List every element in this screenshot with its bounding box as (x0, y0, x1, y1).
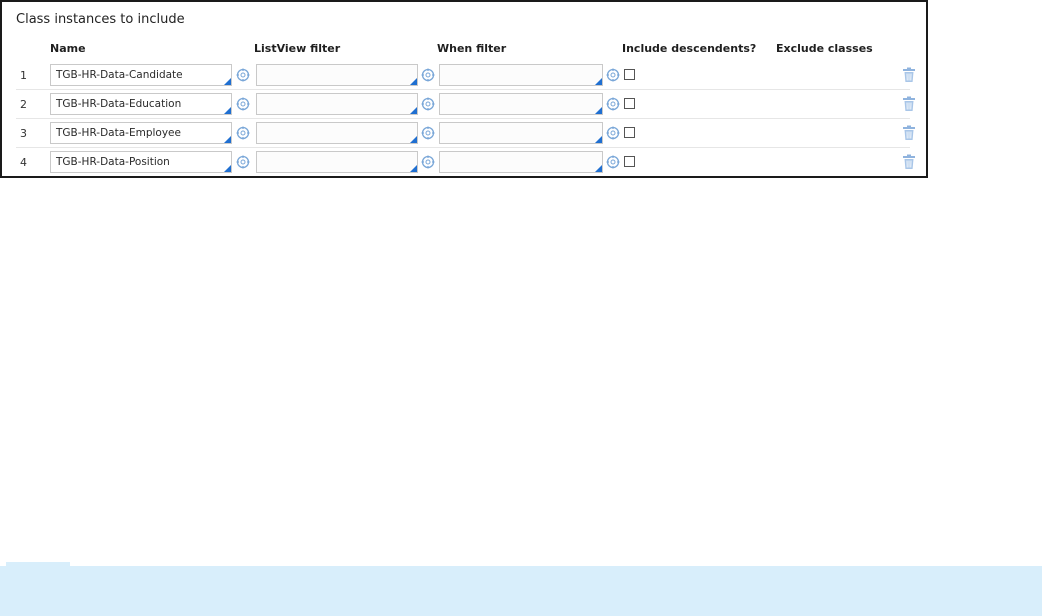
column-header-name: Name (50, 42, 86, 55)
class-name-value: TGB-HR-Data-Employee (56, 127, 181, 139)
table-row: 2 TGB-HR-Data-Education (4, 90, 926, 119)
table-row: 3 TGB-HR-Data-Employee (4, 119, 926, 148)
info-bar (0, 562, 1042, 616)
autocomplete-corner-icon (223, 164, 231, 172)
when-filter-input[interactable] (439, 122, 603, 144)
trash-icon[interactable] (902, 96, 916, 112)
class-name-input[interactable]: TGB-HR-Data-Position (50, 151, 232, 173)
table-row: 4 TGB-HR-Data-Position (4, 148, 926, 177)
row-number: 4 (20, 156, 27, 169)
include-descendents-checkbox[interactable] (624, 98, 635, 109)
when-filter-input[interactable] (439, 151, 603, 173)
autocomplete-corner-icon (409, 135, 417, 143)
listview-filter-input[interactable] (256, 93, 418, 115)
crosshair-picker-icon[interactable] (606, 155, 620, 169)
class-name-input[interactable]: TGB-HR-Data-Employee (50, 122, 232, 144)
row-number: 3 (20, 127, 27, 140)
class-name-value: TGB-HR-Data-Candidate (56, 69, 183, 81)
autocomplete-corner-icon (223, 77, 231, 85)
class-name-value: TGB-HR-Data-Position (56, 156, 170, 168)
autocomplete-corner-icon (409, 77, 417, 85)
autocomplete-corner-icon (594, 77, 602, 85)
table-row: 1 TGB-HR-Data-Candidate (4, 61, 926, 90)
listview-filter-input[interactable] (256, 122, 418, 144)
class-instances-panel: Class instances to include Name ListView… (0, 0, 928, 178)
autocomplete-corner-icon (594, 106, 602, 114)
column-header-listview-filter: ListView filter (254, 42, 341, 55)
trash-icon[interactable] (902, 125, 916, 141)
crosshair-picker-icon[interactable] (236, 68, 250, 82)
include-descendents-checkbox[interactable] (624, 127, 635, 138)
trash-icon[interactable] (902, 154, 916, 170)
listview-filter-input[interactable] (256, 64, 418, 86)
crosshair-picker-icon[interactable] (236, 97, 250, 111)
include-descendents-checkbox[interactable] (624, 156, 635, 167)
crosshair-picker-icon[interactable] (606, 68, 620, 82)
crosshair-picker-icon[interactable] (421, 126, 435, 140)
row-number: 1 (20, 69, 27, 82)
section-title: Class instances to include (16, 12, 185, 27)
crosshair-picker-icon[interactable] (236, 155, 250, 169)
crosshair-picker-icon[interactable] (421, 97, 435, 111)
column-header-when-filter: When filter (437, 42, 507, 55)
include-descendents-checkbox[interactable] (624, 69, 635, 80)
row-number: 2 (20, 98, 27, 111)
crosshair-picker-icon[interactable] (606, 126, 620, 140)
autocomplete-corner-icon (409, 164, 417, 172)
class-name-input[interactable]: TGB-HR-Data-Education (50, 93, 232, 115)
autocomplete-corner-icon (594, 135, 602, 143)
class-name-value: TGB-HR-Data-Education (56, 98, 182, 110)
trash-icon[interactable] (902, 67, 916, 83)
info-bar-tab (6, 562, 70, 568)
crosshair-picker-icon[interactable] (606, 97, 620, 111)
crosshair-picker-icon[interactable] (236, 126, 250, 140)
crosshair-picker-icon[interactable] (421, 155, 435, 169)
column-header-exclude-classes: Exclude classes (776, 42, 873, 55)
class-name-input[interactable]: TGB-HR-Data-Candidate (50, 64, 232, 86)
autocomplete-corner-icon (409, 106, 417, 114)
autocomplete-corner-icon (594, 164, 602, 172)
listview-filter-input[interactable] (256, 151, 418, 173)
crosshair-picker-icon[interactable] (421, 68, 435, 82)
when-filter-input[interactable] (439, 93, 603, 115)
when-filter-input[interactable] (439, 64, 603, 86)
autocomplete-corner-icon (223, 135, 231, 143)
column-header-include-descendents: Include descendents? (622, 42, 757, 55)
autocomplete-corner-icon (223, 106, 231, 114)
